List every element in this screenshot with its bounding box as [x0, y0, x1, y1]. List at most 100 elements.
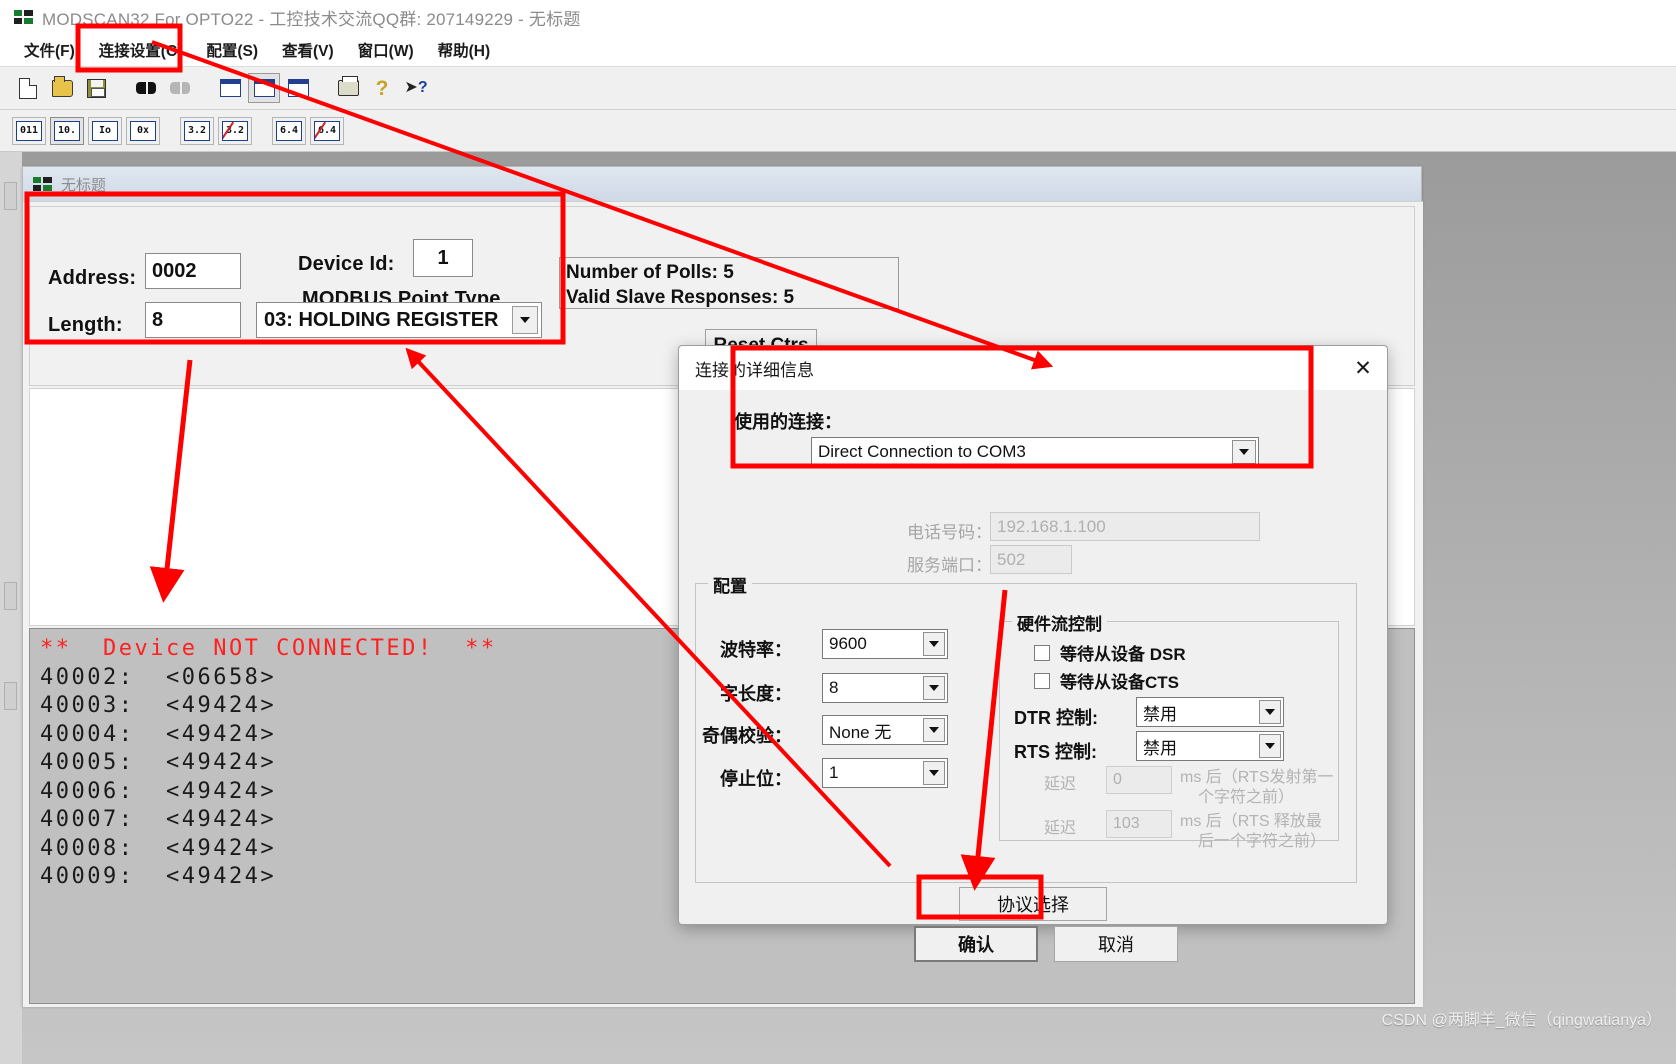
parity-value: None 无	[829, 718, 921, 743]
stop-bits-select[interactable]: 1	[822, 758, 948, 788]
rts-delay2-suffix-line1: ms 后（RTS 释放最	[1180, 813, 1322, 830]
data-bits-select[interactable]: 8	[822, 673, 948, 703]
config-group-title: 配置	[708, 572, 752, 597]
context-help-icon[interactable]: ➤?	[400, 73, 432, 103]
dialog-title: 连接的详细信息	[695, 356, 814, 381]
connection-used-label: 使用的连接：	[734, 408, 842, 434]
rts-delay2-input: 103	[1106, 810, 1172, 838]
hardware-flow-control-title: 硬件流控制	[1012, 610, 1107, 635]
modscan-app-icon	[14, 10, 34, 24]
rts-delay2-suffix: ms 后（RTS 释放最 后一个字符之前）	[1180, 812, 1345, 852]
close-icon[interactable]: ✕	[1339, 346, 1387, 390]
print-icon[interactable]	[332, 73, 364, 103]
parity-select[interactable]: None 无	[822, 715, 948, 745]
document-title: 无标题	[61, 174, 106, 195]
dialog-title-bar: 连接的详细信息 ✕	[679, 346, 1387, 390]
chevron-down-icon[interactable]	[1259, 700, 1281, 724]
chevron-down-icon[interactable]	[923, 761, 945, 785]
device-id-input[interactable]: 1	[413, 239, 473, 277]
connection-value: Direct Connection to COM3	[818, 442, 1230, 462]
rts-control-label: RTS 控制:	[1014, 738, 1097, 764]
phone-number-input: 192.168.1.100	[990, 512, 1260, 541]
menu-view[interactable]: 查看(V)	[270, 36, 346, 64]
chevron-down-icon[interactable]	[512, 306, 538, 334]
length-label: Length:	[48, 314, 123, 337]
rts-control-select[interactable]: 禁用	[1136, 731, 1284, 761]
toolbar-separator	[114, 75, 130, 101]
format-binary-icon[interactable]: 011	[12, 117, 46, 145]
cancel-button[interactable]: 取消	[1054, 926, 1178, 962]
rts-delay2-suffix-line2: 后一个字符之前）	[1198, 833, 1326, 850]
data-bits-label: 字长度：	[720, 680, 792, 706]
data-bits-value: 8	[829, 678, 921, 698]
new-document-icon[interactable]	[12, 73, 44, 103]
wait-cts-checkbox[interactable]	[1034, 673, 1050, 689]
format-float64-icon[interactable]: 6.4	[272, 117, 306, 145]
connect-icon[interactable]	[130, 73, 162, 103]
rts-delay1-suffix-line2: 个字符之前）	[1198, 789, 1294, 806]
toolbar-separator	[316, 75, 332, 101]
baud-rate-value: 9600	[829, 634, 921, 654]
show-traffic-icon[interactable]	[248, 73, 280, 103]
dtr-control-select[interactable]: 禁用	[1136, 697, 1284, 727]
chevron-down-icon[interactable]	[923, 632, 945, 656]
wait-cts-label: 等待从设备CTS	[1060, 668, 1179, 693]
open-folder-icon[interactable]	[46, 73, 78, 103]
format-float32-icon[interactable]: 3.2	[180, 117, 214, 145]
ok-button[interactable]: 确认	[914, 926, 1038, 962]
poll-statistics: Number of Polls: 5 Valid Slave Responses…	[559, 257, 899, 309]
mdi-strip-tick	[4, 582, 17, 610]
baud-rate-select[interactable]: 9600	[822, 629, 948, 659]
data-definition-icon[interactable]	[214, 73, 246, 103]
number-of-polls: Number of Polls: 5	[566, 260, 892, 285]
save-icon[interactable]	[80, 73, 112, 103]
menu-connection-settings[interactable]: 连接设置(C)	[87, 36, 195, 64]
menu-window[interactable]: 窗口(W)	[346, 36, 426, 64]
chevron-down-icon[interactable]	[1232, 440, 1256, 464]
mdi-left-strip	[0, 152, 22, 1064]
address-input[interactable]: 0002	[145, 253, 241, 289]
menu-config[interactable]: 配置(S)	[194, 36, 270, 64]
rts-control-value: 禁用	[1143, 734, 1257, 759]
menu-bar: 文件(F) 连接设置(C) 配置(S) 查看(V) 窗口(W) 帮助(H)	[0, 34, 1676, 66]
format-integer-icon[interactable]: Io	[88, 117, 122, 145]
format-float64-swap-icon[interactable]: 6.4	[310, 117, 344, 145]
chevron-down-icon[interactable]	[923, 718, 945, 742]
mdi-strip-tick	[4, 682, 17, 710]
valid-slave-responses: Valid Slave Responses: 5	[566, 285, 892, 310]
connection-select[interactable]: Direct Connection to COM3	[811, 437, 1259, 467]
wait-cts-row[interactable]: 等待从设备CTS	[1034, 668, 1179, 693]
format-decimal-icon[interactable]: 10.	[50, 117, 84, 145]
wait-dsr-row[interactable]: 等待从设备 DSR	[1034, 640, 1186, 665]
config-group: 配置 波特率： 9600 字长度： 8 奇偶校验： None 无	[695, 583, 1357, 883]
chevron-down-icon[interactable]	[923, 676, 945, 700]
hardware-flow-control-group: 硬件流控制 等待从设备 DSR 等待从设备CTS DTR 控制: 禁用	[999, 621, 1339, 841]
device-id-label: Device Id:	[298, 253, 394, 276]
service-port-label: 服务端口：	[907, 551, 992, 576]
protocol-select-button[interactable]: 协议选择	[959, 887, 1107, 921]
length-input[interactable]: 8	[145, 302, 241, 338]
stop-bits-value: 1	[829, 763, 921, 783]
dtr-control-value: 禁用	[1143, 700, 1257, 725]
wait-dsr-label: 等待从设备 DSR	[1060, 640, 1186, 665]
menu-help[interactable]: 帮助(H)	[426, 36, 503, 64]
toolbar-separator	[256, 118, 272, 144]
chevron-down-icon[interactable]	[1259, 734, 1281, 758]
disconnect-icon[interactable]	[164, 73, 196, 103]
baud-rate-label: 波特率：	[720, 636, 792, 662]
help-icon[interactable]: ?	[366, 73, 398, 103]
rts-delay1-input: 0	[1106, 766, 1172, 794]
wait-dsr-checkbox[interactable]	[1034, 645, 1050, 661]
title-bar: MODSCAN32 For OPTO22 - 工控技术交流QQ群: 207149…	[0, 0, 1676, 34]
menu-file[interactable]: 文件(F)	[12, 36, 87, 64]
point-type-select[interactable]: 03: HOLDING REGISTER	[256, 302, 542, 338]
format-float32-swap-icon[interactable]: 3.2	[218, 117, 252, 145]
address-label: Address:	[48, 267, 136, 290]
watermark: CSDN @两脚羊_微信（qingwatianya）	[1382, 1006, 1662, 1030]
primary-toolbar: ? ➤?	[0, 66, 1676, 110]
format-hex-icon[interactable]: 0x	[126, 117, 160, 145]
document-icon	[33, 177, 53, 191]
zoom-window-icon[interactable]	[282, 73, 314, 103]
phone-number-label: 电话号码：	[907, 518, 992, 543]
stop-bits-label: 停止位：	[720, 765, 792, 791]
